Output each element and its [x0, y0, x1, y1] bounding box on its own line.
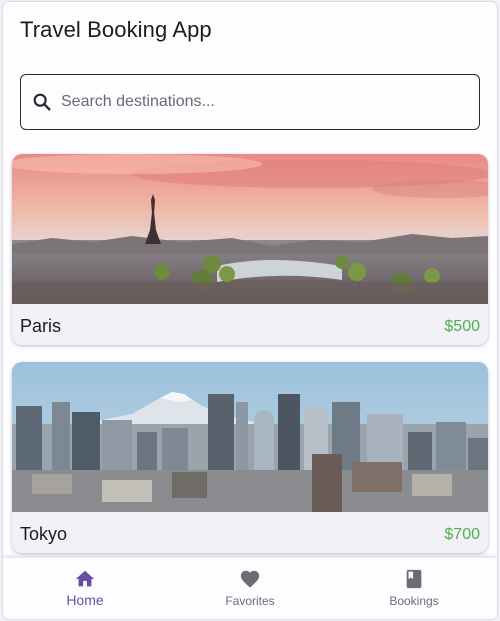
nav-label-home: Home — [66, 592, 104, 608]
search-input[interactable] — [61, 93, 461, 111]
heart-icon — [240, 570, 260, 588]
destination-card-paris[interactable]: Paris $500 — [12, 154, 488, 345]
app-screen: Travel Booking App Search destinations..… — [3, 2, 497, 619]
search-icon — [33, 93, 51, 111]
nav-item-favorites[interactable]: Favorites — [190, 558, 310, 619]
destination-price: $700 — [444, 526, 480, 543]
destination-card-tokyo[interactable]: Tokyo $700 — [12, 362, 488, 553]
destination-name: Paris — [20, 316, 62, 336]
destination-name: Tokyo — [20, 524, 68, 544]
search-box[interactable] — [20, 74, 480, 130]
app-title: Travel Booking App — [20, 17, 212, 42]
destination-price: $500 — [444, 318, 480, 335]
nav-item-bookings[interactable]: Bookings — [354, 558, 474, 619]
destination-image-paris — [12, 154, 488, 304]
book-icon — [406, 569, 422, 589]
bottom-navigation: Home Favorites Bookings — [3, 557, 497, 619]
destination-image-tokyo — [12, 362, 488, 512]
nav-label-bookings: Bookings — [389, 594, 439, 608]
nav-label-favorites: Favorites — [225, 594, 275, 608]
nav-item-home[interactable]: Home — [25, 558, 145, 619]
home-icon — [75, 570, 95, 587]
